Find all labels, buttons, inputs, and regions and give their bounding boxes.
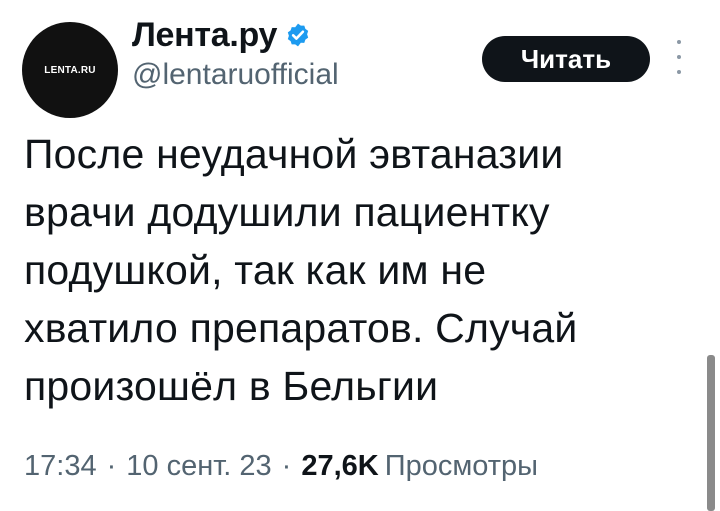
tweet-date[interactable]: 10 сент. 23 xyxy=(126,450,271,483)
author-name-row: Лента.ру xyxy=(132,18,311,52)
meta-separator: · xyxy=(281,450,292,482)
author-display-name[interactable]: Лента.ру xyxy=(132,18,277,52)
more-dot xyxy=(677,55,681,59)
tweet-text: После неудачной эвтаназии врачи додушили… xyxy=(24,131,578,409)
more-options-icon[interactable] xyxy=(676,40,682,74)
read-button[interactable]: Читать xyxy=(482,36,650,82)
tweet-time[interactable]: 17:34 xyxy=(24,450,97,483)
avatar[interactable]: LENTA.RU xyxy=(22,22,118,118)
scrollbar-thumb[interactable] xyxy=(707,355,715,511)
meta-separator: · xyxy=(106,450,117,482)
tweet-card: LENTA.RU Лента.ру @lentaruofficial Читат… xyxy=(0,0,720,511)
views-count: 27,6K xyxy=(301,450,379,482)
views-label: Просмотры xyxy=(384,450,539,482)
verified-badge-icon xyxy=(285,22,311,48)
more-dot xyxy=(677,40,681,44)
tweet-meta: 17:34 · 10 сент. 23 · 27,6K Просмотры xyxy=(24,450,538,483)
author-handle[interactable]: @lentaruofficial xyxy=(132,60,339,90)
avatar-logo-text: LENTA.RU xyxy=(44,64,96,76)
more-dot xyxy=(677,70,681,74)
